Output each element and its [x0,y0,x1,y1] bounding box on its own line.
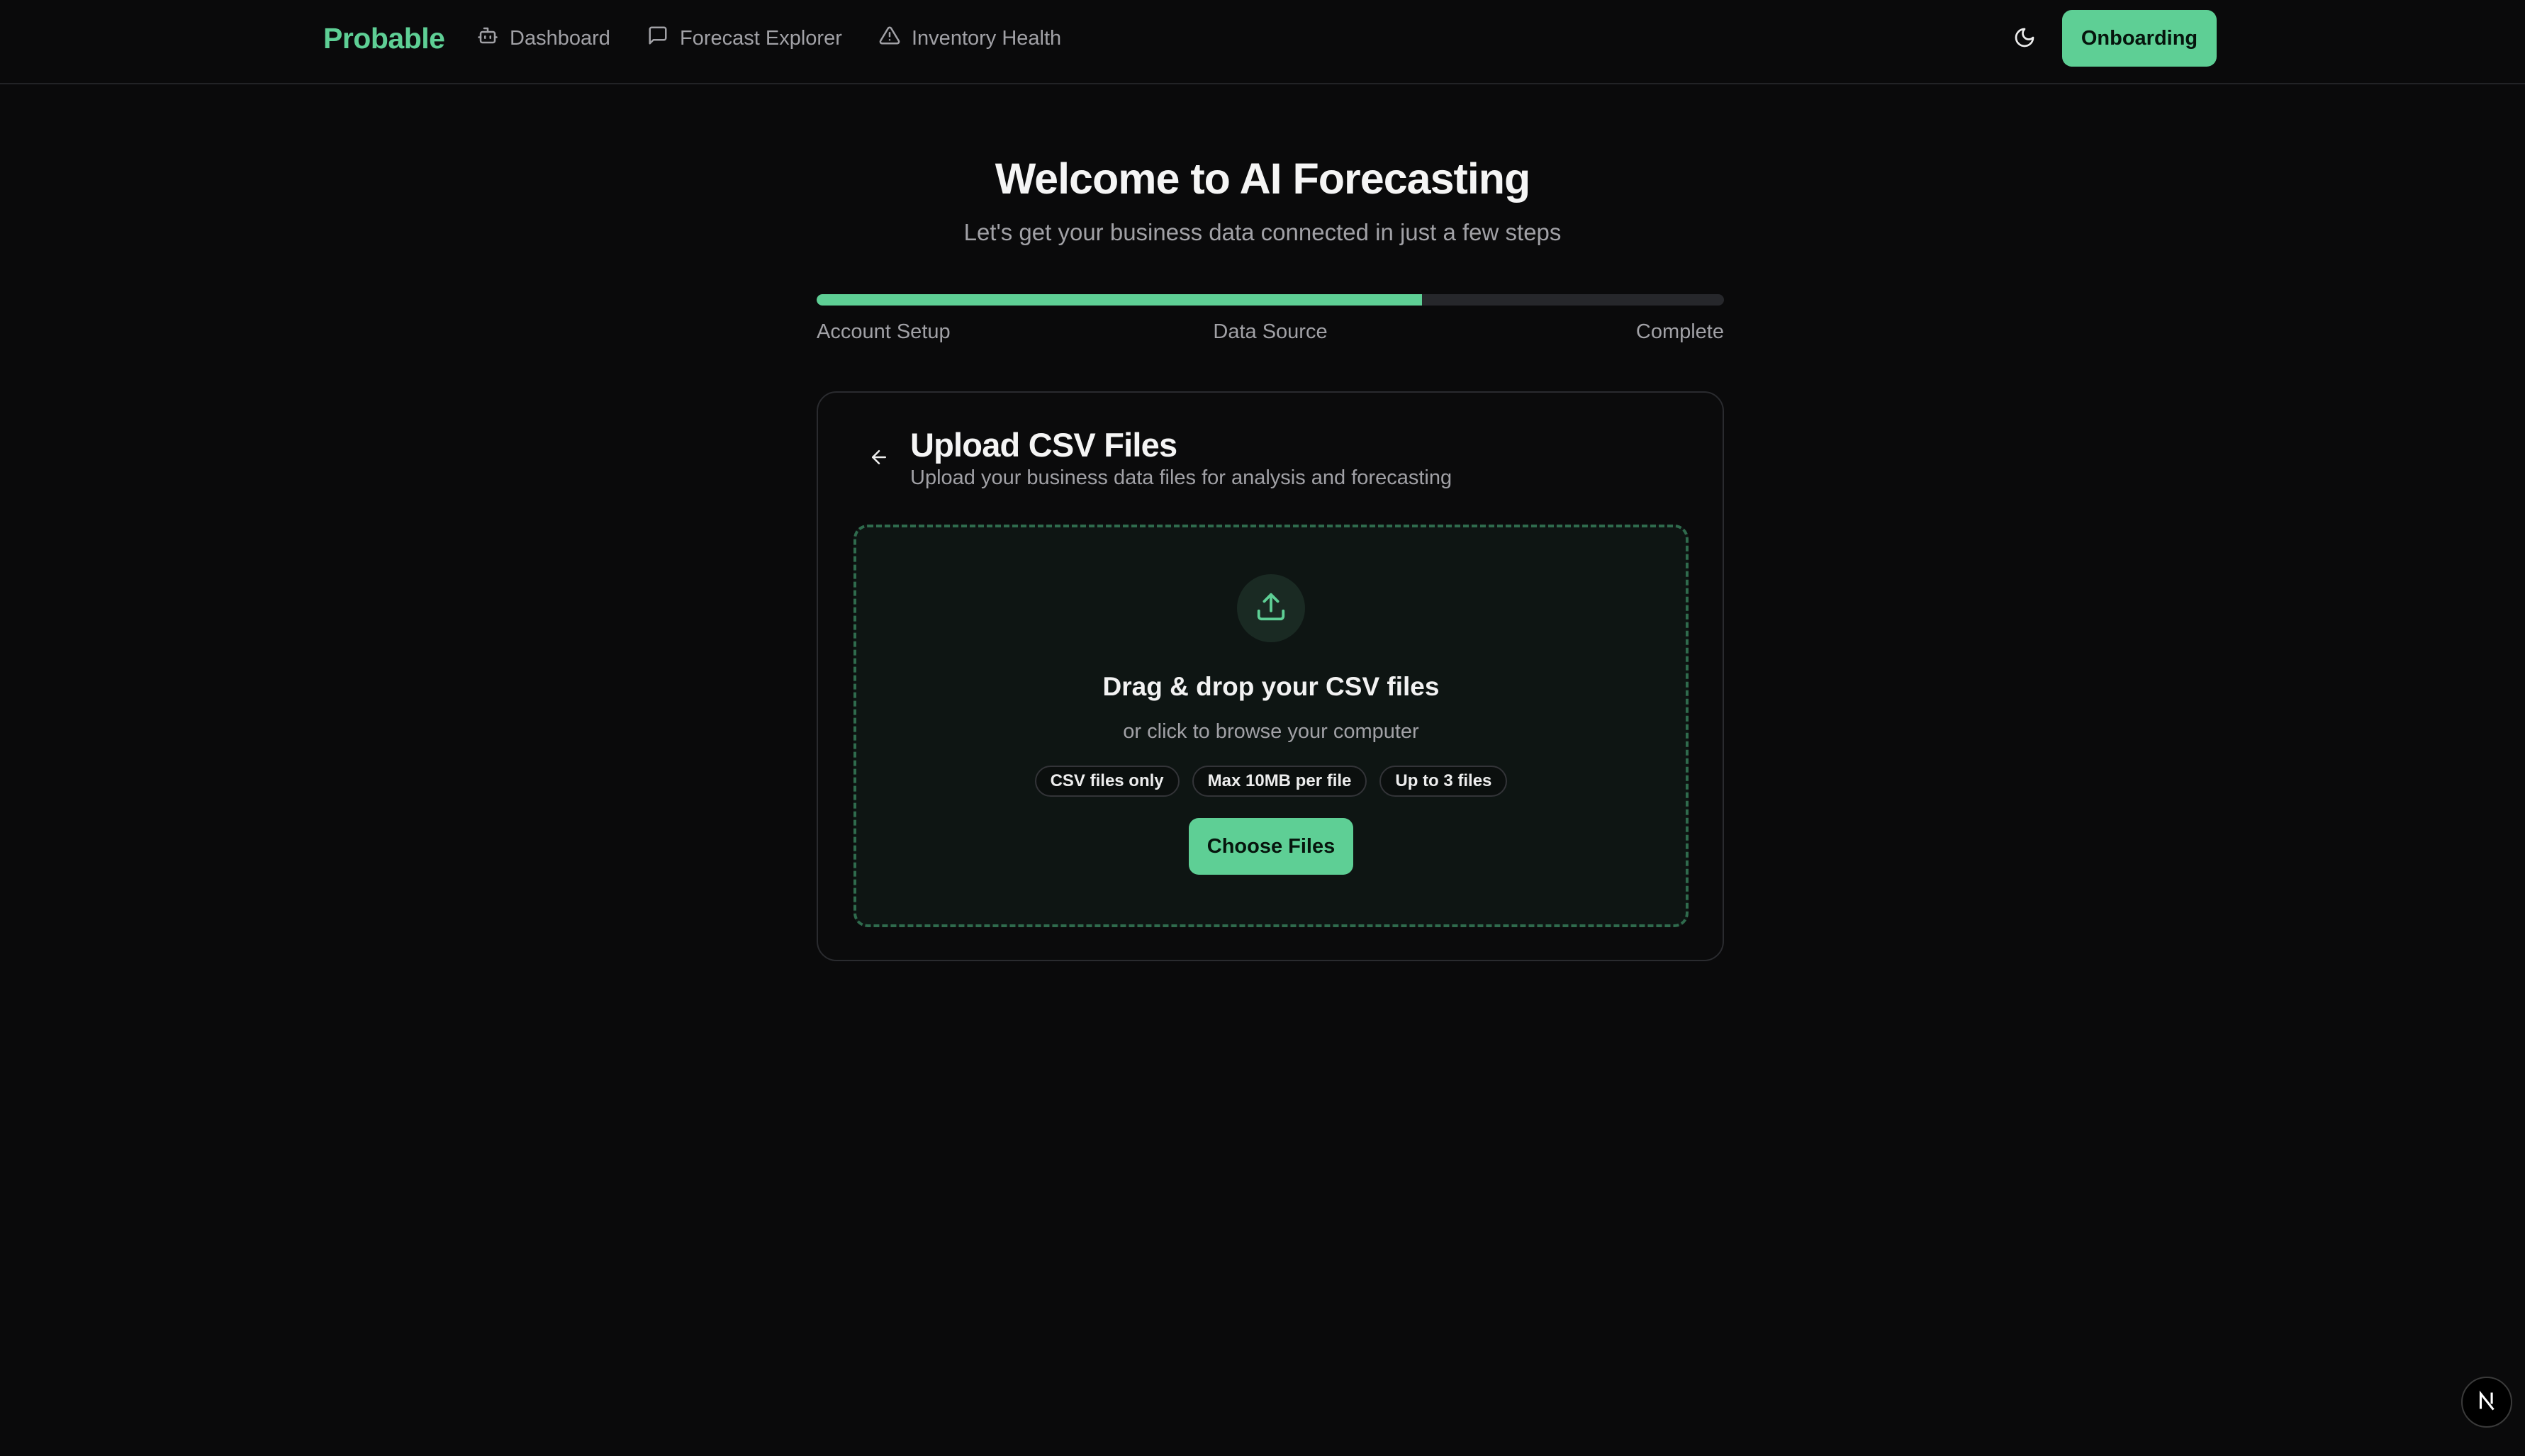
badge-max-size: Max 10MB per file [1192,766,1367,797]
dropzone-subtitle: or click to browse your computer [1123,720,1419,743]
moon-icon [2013,26,2036,51]
onboarding-button[interactable]: Onboarding [2062,10,2217,67]
onboarding-progress-bar [817,294,1724,306]
card-subtitle: Upload your business data files for anal… [910,466,1452,489]
message-square-icon [647,25,668,52]
theme-toggle-button[interactable] [2008,21,2042,55]
brand-logo[interactable]: Probable [323,18,445,58]
dev-tools-badge[interactable] [2461,1377,2512,1428]
back-button[interactable] [862,441,896,475]
upload-constraints: CSV files only Max 10MB per file Up to 3… [856,766,1686,797]
arrow-left-icon [868,447,890,470]
top-nav: Probable Dashboard Forecast Explorer Inv… [0,0,2525,84]
next-logo-icon [2475,1389,2499,1416]
dropzone-title: Drag & drop your CSV files [1102,672,1440,701]
nav-link-inventory-health[interactable]: Inventory Health [879,23,1061,54]
upload-card: Upload CSV Files Upload your business da… [817,391,1724,961]
progress-fill [817,294,1422,306]
nav-link-dashboard[interactable]: Dashboard [477,23,610,54]
upload-icon-circle [1237,574,1305,642]
page-title: Welcome to AI Forecasting [995,155,1531,203]
nav-link-label: Inventory Health [912,26,1062,50]
choose-files-button[interactable]: Choose Files [1189,818,1353,875]
step-label-data-source: Data Source [1213,320,1328,343]
csv-dropzone[interactable]: Drag & drop your CSV files or click to b… [853,525,1689,927]
upload-icon [1255,590,1287,627]
page-subtitle: Let's get your business data connected i… [963,219,1562,245]
alert-triangle-icon [879,25,900,52]
badge-file-limit: Up to 3 files [1379,766,1508,797]
nav-link-forecast-explorer[interactable]: Forecast Explorer [647,23,842,54]
step-label-complete: Complete [1635,320,1724,343]
nav-link-label: Dashboard [510,26,610,50]
bot-icon [477,25,498,52]
nav-link-label: Forecast Explorer [680,26,842,50]
step-label-account-setup: Account Setup [817,320,951,343]
card-title: Upload CSV Files [910,426,1177,464]
badge-csv-only: CSV files only [1034,766,1180,797]
